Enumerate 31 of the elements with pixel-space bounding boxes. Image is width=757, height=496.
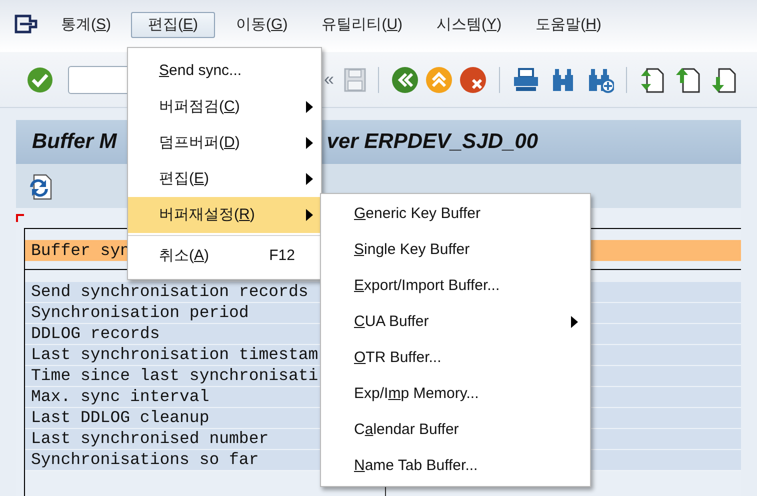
- page-down-icon[interactable]: [711, 66, 738, 94]
- menu-item[interactable]: 덤프버퍼(D): [128, 125, 321, 161]
- screen-title: ver ERPDEV_SJD_00: [326, 129, 538, 156]
- screen-title: Buffer M: [32, 129, 117, 156]
- back-icon[interactable]: [391, 66, 420, 94]
- save-icon: [344, 68, 366, 92]
- submenu-arrow-icon: [306, 137, 313, 149]
- page-up-icon[interactable]: [675, 66, 702, 94]
- menu-item[interactable]: 버퍼점검(C): [128, 89, 321, 125]
- corner-mark: [16, 214, 24, 222]
- menu-item[interactable]: Send sync...: [128, 53, 321, 89]
- menu-item[interactable]: 유틸리티(U): [320, 12, 404, 38]
- menu-item[interactable]: 이동(G): [235, 12, 289, 38]
- first-page-icon[interactable]: [639, 66, 666, 94]
- submenu-arrow-icon: [306, 173, 313, 185]
- menu-item[interactable]: 도움말(H): [534, 12, 602, 38]
- menu-item[interactable]: 편집(E): [131, 12, 216, 38]
- menu-item[interactable]: 편집(E): [128, 161, 321, 197]
- cancel-icon[interactable]: [459, 66, 488, 94]
- printer-icon[interactable]: [512, 66, 540, 92]
- menu-item[interactable]: 버퍼재설정(R): [128, 197, 321, 233]
- submenu-arrow-icon: [306, 209, 313, 221]
- collapse-icon[interactable]: «: [324, 66, 334, 93]
- submenu-arrow-icon: [306, 101, 313, 113]
- submenu-arrow-icon: [571, 316, 578, 328]
- check-icon[interactable]: [26, 66, 54, 94]
- menu-item[interactable]: 시스템(Y): [436, 12, 503, 38]
- menu-item[interactable]: Generic Key Buffer: [321, 196, 590, 232]
- menu-item[interactable]: 통계(S): [60, 12, 112, 38]
- menu-icon[interactable]: [14, 14, 38, 34]
- find-next-icon[interactable]: [586, 66, 614, 92]
